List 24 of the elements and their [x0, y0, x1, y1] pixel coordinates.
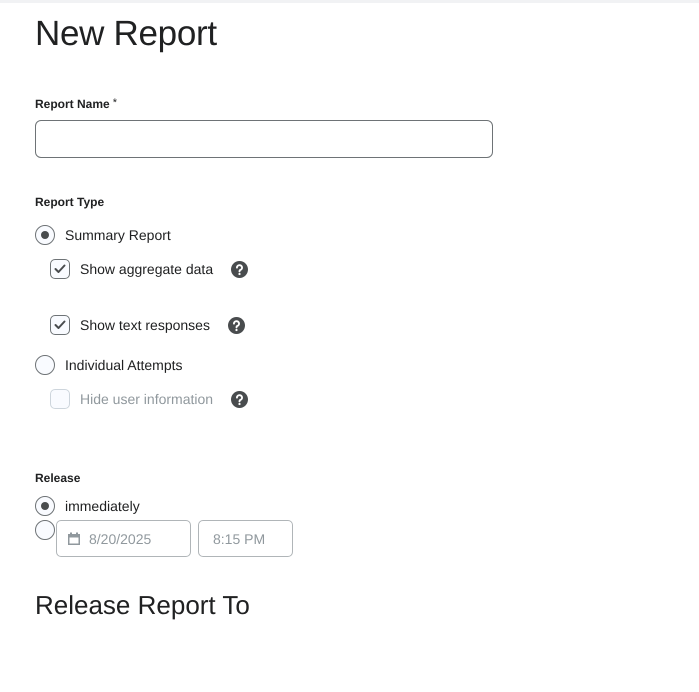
help-icon[interactable] — [228, 316, 245, 334]
checkbox-label: Show text responses — [80, 317, 210, 333]
page-title: New Report — [35, 13, 218, 55]
checkbox[interactable] — [50, 259, 70, 279]
calendar-icon — [67, 532, 81, 546]
section-heading: Release Report To — [35, 589, 251, 621]
field-label: Report Name — [35, 97, 110, 111]
checkbox[interactable] — [50, 315, 70, 335]
help-icon[interactable] — [231, 390, 248, 408]
radio-button[interactable] — [35, 225, 55, 245]
section-label: Report Type — [35, 195, 104, 209]
radio-label: Summary Report — [65, 227, 171, 243]
checkbox-label: Hide user information — [80, 391, 214, 407]
help-icon[interactable] — [231, 260, 248, 278]
checkmark-icon — [54, 264, 66, 274]
radio-button[interactable] — [35, 496, 55, 516]
report-name-field[interactable] — [35, 120, 493, 158]
section-label: Release — [35, 471, 80, 485]
radio-label: Individual Attempts — [65, 357, 183, 373]
checkbox-label: Show aggregate data — [80, 261, 214, 277]
radio-label: immediately — [65, 498, 140, 514]
checkmark-icon — [54, 320, 66, 330]
required-mark: * — [112, 97, 117, 111]
radio-button[interactable] — [35, 355, 55, 375]
